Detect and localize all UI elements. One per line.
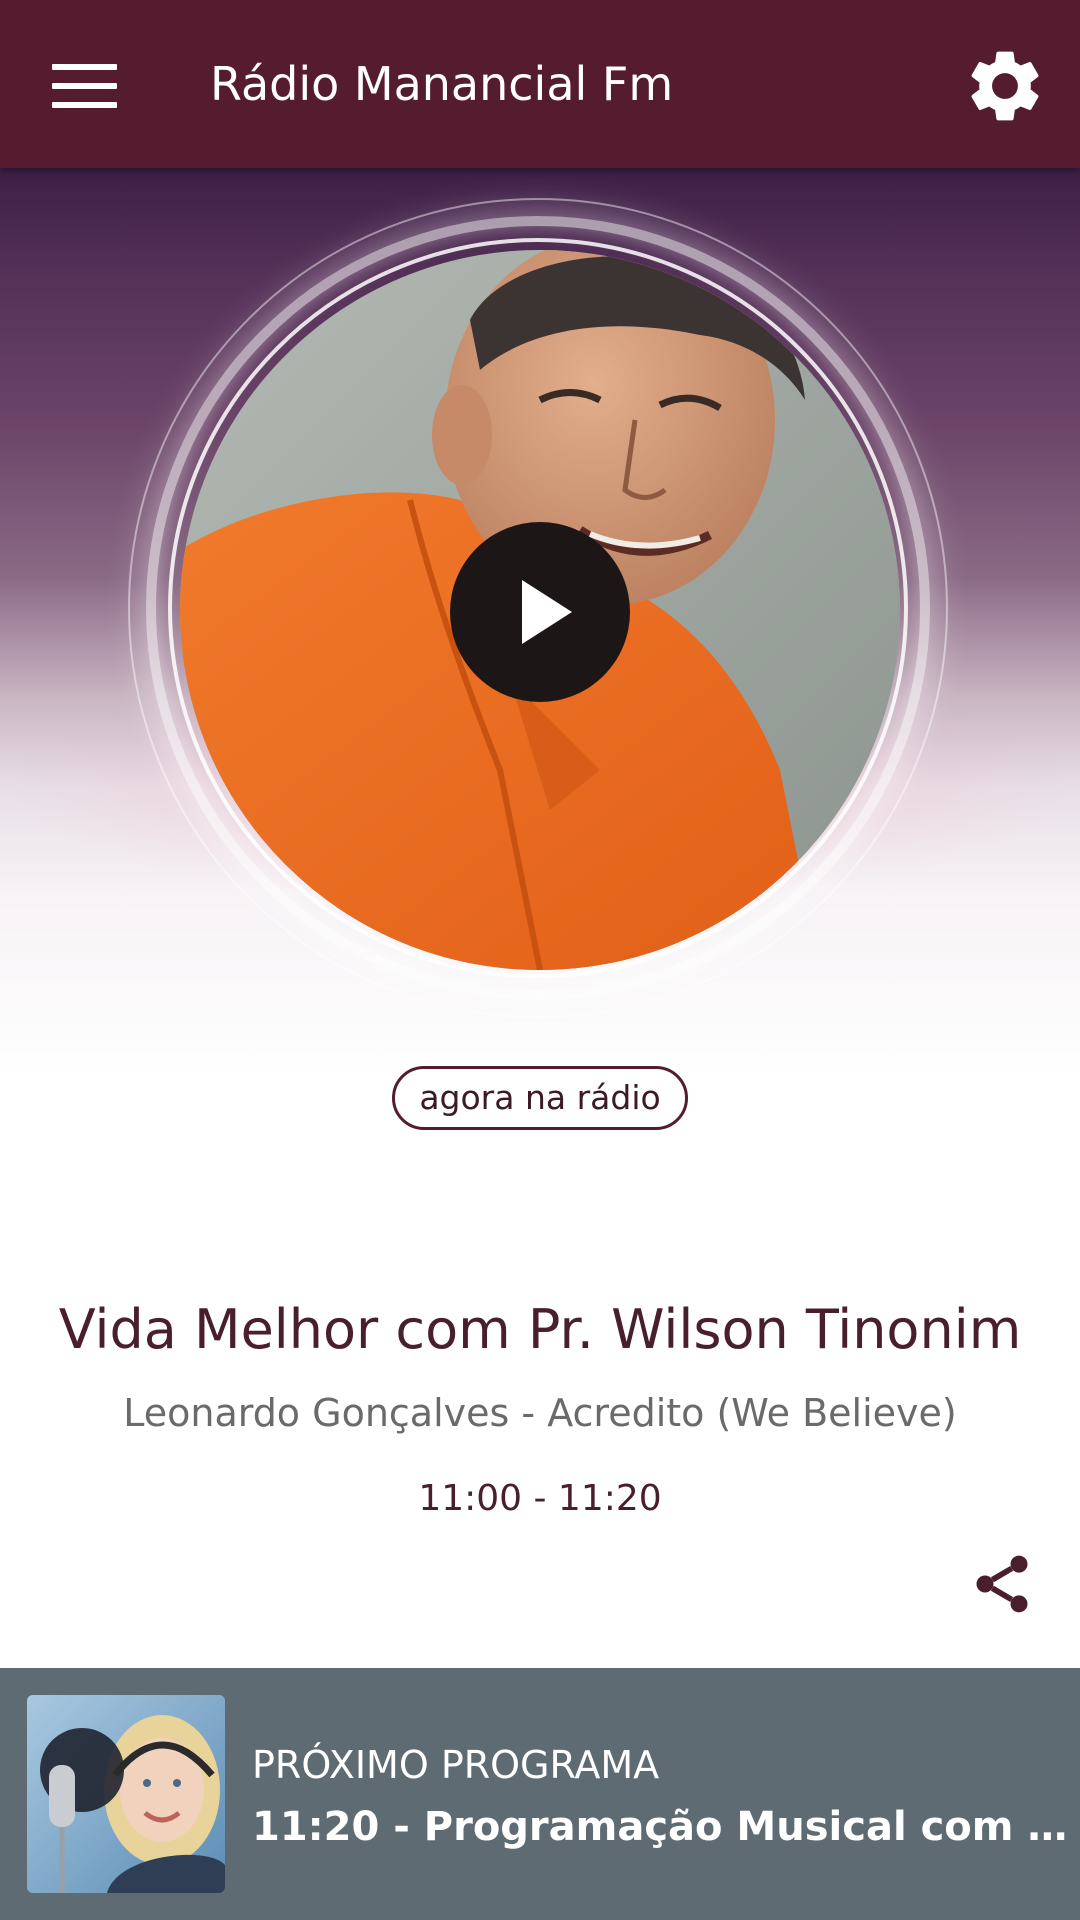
app-bar: Rádio Manancial Fm bbox=[0, 0, 1080, 168]
share-icon bbox=[976, 1555, 1028, 1613]
program-time-range: 11:00 - 11:20 bbox=[418, 1478, 662, 1519]
now-on-air-badge: agora na rádio bbox=[392, 1066, 688, 1130]
play-button[interactable] bbox=[450, 522, 630, 702]
settings-button[interactable] bbox=[950, 36, 1060, 136]
program-title: Vida Melhor com Pr. Wilson Tinonim bbox=[58, 1298, 1022, 1361]
next-program-thumbnail bbox=[27, 1695, 225, 1893]
app-title: Rádio Manancial Fm bbox=[210, 57, 674, 111]
share-button[interactable] bbox=[960, 1546, 1044, 1622]
song-title: Leonardo Gonçalves - Acredito (We Believ… bbox=[123, 1391, 957, 1435]
next-program-title: 11:20 - Programação Musical com Automaçã… bbox=[252, 1804, 1080, 1850]
play-icon bbox=[522, 580, 572, 644]
next-program-bar[interactable]: PRÓXIMO PROGRAMA 11:20 - Programação Mus… bbox=[0, 1668, 1080, 1920]
next-program-label: PRÓXIMO PROGRAMA bbox=[252, 1743, 660, 1787]
menu-button[interactable] bbox=[30, 44, 138, 128]
player-hero bbox=[0, 168, 1080, 1078]
gear-icon bbox=[971, 51, 1039, 121]
